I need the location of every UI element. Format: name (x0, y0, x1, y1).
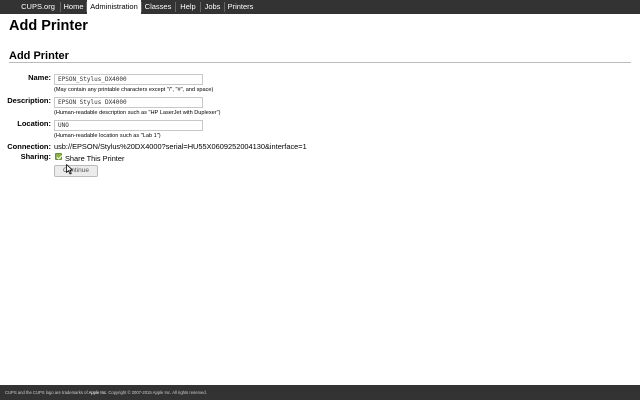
location-help-text: (Human-readable location such as "Lab 1"… (54, 133, 161, 139)
nav-jobs[interactable]: Jobs (201, 0, 224, 14)
connection-label: Connection: (7, 142, 51, 151)
top-navigation-bar: CUPS.org Home Administration Classes Hel… (0, 0, 640, 14)
share-printer-label[interactable]: Share This Printer (65, 154, 124, 163)
description-input[interactable] (54, 97, 203, 108)
page-title: Add Printer (9, 18, 88, 34)
nav-printers[interactable]: Printers (225, 0, 256, 14)
footer-text-suffix: . Copyright © 2007-2015 Apple Inc. All r… (106, 390, 207, 395)
connection-uri: usb://EPSON/Stylus%20DX4000?serial=HU55X… (54, 142, 307, 151)
continue-button[interactable]: Continue (54, 165, 98, 177)
section-divider (9, 62, 631, 63)
footer-text-prefix: CUPS and the CUPS logo are trademarks of (5, 390, 89, 395)
nav-help[interactable]: Help (176, 0, 200, 14)
check-icon (56, 155, 63, 160)
footer-copyright: CUPS and the CUPS logo are trademarks of… (5, 389, 207, 396)
footer: CUPS and the CUPS logo are trademarks of… (0, 385, 640, 400)
sharing-label: Sharing: (20, 152, 51, 161)
name-help-text: (May contain any printable characters ex… (54, 87, 214, 93)
nav-administration[interactable]: Administration (87, 0, 141, 14)
share-printer-checkbox[interactable] (55, 153, 63, 160)
arrow-cursor-icon (66, 164, 73, 175)
description-help-text: (Human-readable description such as "HP … (54, 110, 221, 116)
name-label: Name: (28, 73, 51, 82)
location-label: Location: (17, 119, 51, 128)
location-input[interactable] (54, 120, 203, 131)
name-input[interactable] (54, 74, 203, 85)
footer-company: Apple Inc (88, 390, 107, 395)
nav-home[interactable]: Home (61, 0, 86, 14)
nav-cups-org[interactable]: CUPS.org (16, 0, 60, 14)
description-label: Description: (7, 96, 51, 105)
nav-classes[interactable]: Classes (142, 0, 174, 14)
